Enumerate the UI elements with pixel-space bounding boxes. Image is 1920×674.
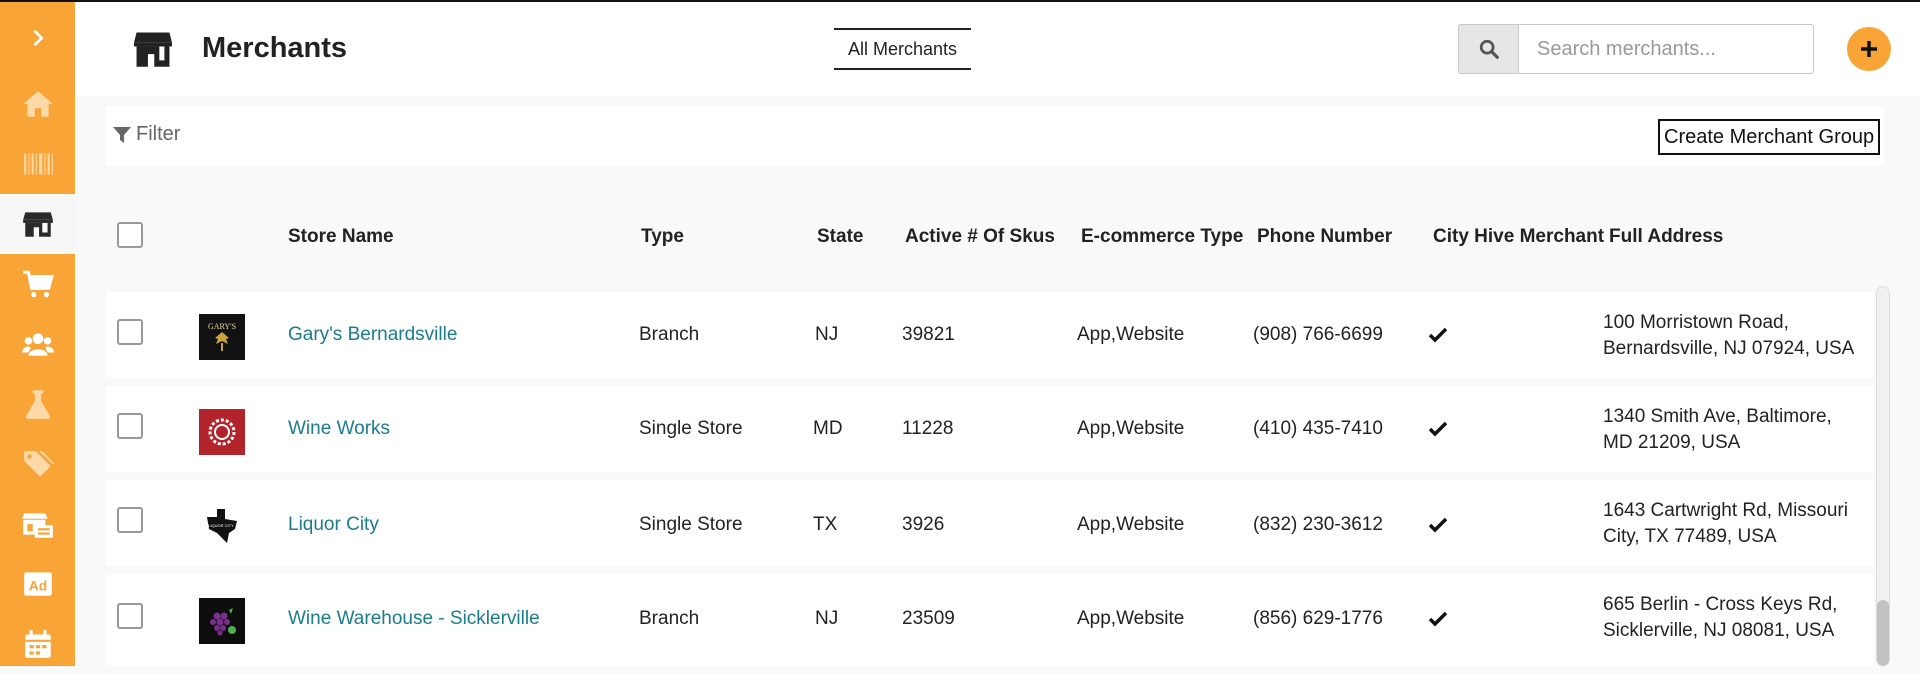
calendar-icon — [24, 630, 51, 658]
table-row[interactable]: LIQUOR CITY Liquor City Single Store TX … — [106, 480, 1874, 566]
sidebar-item-merchants[interactable] — [0, 194, 75, 254]
tab-all-merchants[interactable]: All Merchants — [834, 28, 971, 70]
full-address: 1643 Cartwright Rd, Missouri City, TX 77… — [1603, 500, 1848, 547]
column-header-full-address[interactable]: Full Address — [1609, 226, 1723, 248]
plus-icon — [1861, 41, 1877, 57]
column-header-ecommerce-type[interactable]: E-commerce Type — [1081, 226, 1243, 248]
store-type: Branch — [639, 324, 700, 345]
merchant-logo: GARY'S — [199, 314, 245, 360]
active-skus: 23509 — [902, 608, 955, 629]
merchants-store-icon — [134, 32, 172, 67]
table-header: Store Name Type State Active # Of Skus E… — [106, 200, 1874, 272]
tags-icon — [23, 451, 54, 477]
active-skus: 39821 — [902, 324, 955, 345]
sidebar-item-users[interactable] — [0, 314, 75, 374]
search-icon — [1479, 39, 1499, 59]
sidebar: Ad — [0, 2, 75, 666]
sidebar-item-calendar[interactable] — [0, 614, 75, 674]
ad-icon: Ad — [23, 572, 52, 596]
merchant-logo: LIQUOR CITY — [199, 503, 245, 549]
chevron-right-icon — [32, 29, 44, 47]
active-skus: 11228 — [902, 418, 954, 439]
sidebar-item-barcode[interactable] — [0, 134, 75, 194]
phone-number: (856) 629-1776 — [1253, 608, 1383, 629]
flask-icon — [25, 390, 50, 419]
store-type: Single Store — [639, 418, 743, 439]
full-address: 100 Morristown Road, Bernardsville, NJ 0… — [1603, 312, 1855, 359]
table-row[interactable]: Wine Works Single Store MD 11228 App,Web… — [106, 386, 1874, 472]
sidebar-toggle-button[interactable] — [0, 8, 75, 68]
merchant-logo-text: LIQUOR CITY — [208, 523, 234, 528]
phone-number: (832) 230-3612 — [1253, 514, 1383, 535]
row-checkbox[interactable] — [117, 603, 143, 629]
add-merchant-button[interactable] — [1847, 27, 1891, 71]
column-header-type[interactable]: Type — [641, 226, 684, 248]
row-checkbox[interactable] — [117, 507, 143, 533]
sidebar-item-home[interactable] — [0, 74, 75, 134]
store-icon — [22, 212, 53, 237]
store-name-link[interactable]: Wine Works — [288, 418, 390, 440]
select-all-checkbox[interactable] — [117, 222, 143, 248]
filter-button[interactable]: Filter — [112, 123, 180, 146]
row-checkbox[interactable] — [117, 413, 143, 439]
table-row[interactable]: Wine Warehouse - Sicklerville Branch NJ … — [106, 574, 1874, 666]
full-address: 1340 Smith Ave, Baltimore, MD 21209, USA — [1603, 406, 1832, 453]
store-type: Branch — [639, 608, 700, 629]
ad-icon-label: Ad — [28, 577, 46, 593]
phone-number: (410) 435-7410 — [1253, 418, 1383, 439]
store-state: NJ — [815, 324, 839, 345]
filter-icon — [113, 126, 131, 143]
full-address: 665 Berlin - Cross Keys Rd, Sicklerville… — [1603, 594, 1838, 641]
store-state: TX — [813, 514, 838, 535]
column-header-store-name[interactable]: Store Name — [288, 226, 394, 248]
phone-number: (908) 766-6699 — [1253, 324, 1383, 345]
merchant-logo — [199, 409, 245, 455]
merchant-logo-text: GARY'S — [208, 322, 236, 331]
store-name-link[interactable]: Gary's Bernardsville — [288, 324, 457, 346]
column-header-active-skus[interactable]: Active # Of Skus — [905, 226, 1055, 248]
store-name-link[interactable]: Wine Warehouse - Sicklerville — [288, 608, 540, 630]
row-checkbox[interactable] — [117, 319, 143, 345]
search-button[interactable] — [1458, 24, 1518, 74]
page-header: Merchants All Merchants — [75, 2, 1920, 96]
home-icon — [22, 91, 53, 117]
sidebar-item-tags[interactable] — [0, 434, 75, 494]
store-state: MD — [813, 418, 843, 439]
table-scrollbar-thumb[interactable] — [1877, 600, 1889, 666]
page-title: Merchants — [202, 32, 348, 64]
sidebar-item-orders[interactable] — [0, 254, 75, 314]
check-icon — [1428, 611, 1448, 627]
column-header-city-hive-merchant[interactable]: City Hive Merchant — [1433, 226, 1604, 248]
store-type: Single Store — [639, 514, 743, 535]
users-icon — [21, 333, 54, 356]
ecommerce-type: App,Website — [1077, 514, 1185, 535]
sidebar-item-lab[interactable] — [0, 374, 75, 434]
sidebar-item-ads[interactable]: Ad — [0, 554, 75, 614]
store-state: NJ — [815, 608, 839, 629]
filter-label: Filter — [136, 123, 181, 145]
cart-icon — [22, 270, 54, 298]
table-row[interactable]: GARY'S Gary's Bernardsville Branch NJ 39… — [106, 292, 1874, 378]
store-name-link[interactable]: Liquor City — [288, 514, 379, 536]
ecommerce-type: App,Website — [1077, 418, 1185, 439]
active-skus: 3926 — [902, 514, 945, 535]
ecommerce-type: App,Website — [1077, 324, 1185, 345]
ecommerce-type: App,Website — [1077, 608, 1185, 629]
filter-bar: Filter Create Merchant Group — [106, 106, 1884, 166]
sidebar-item-store-management[interactable] — [0, 494, 75, 554]
store-settings-icon — [21, 513, 53, 538]
search-input[interactable] — [1518, 24, 1814, 74]
create-merchant-group-button[interactable]: Create Merchant Group — [1658, 119, 1881, 155]
merchant-logo — [199, 598, 245, 644]
check-icon — [1428, 517, 1448, 533]
check-icon — [1428, 327, 1448, 343]
column-header-state[interactable]: State — [817, 226, 863, 248]
check-icon — [1428, 421, 1448, 437]
barcode-icon — [23, 153, 53, 175]
column-header-phone-number[interactable]: Phone Number — [1257, 226, 1392, 248]
